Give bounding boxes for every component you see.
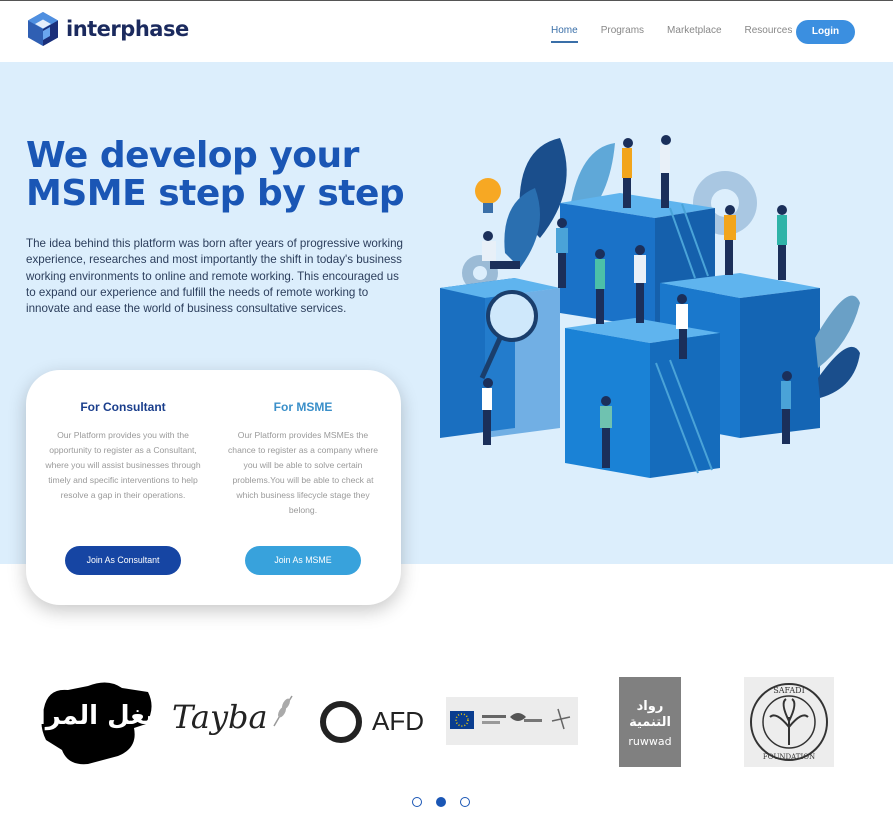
- login-button[interactable]: Login: [796, 20, 855, 44]
- hexagon-cube-icon: [28, 12, 58, 46]
- brand-logo[interactable]: interphase: [26, 11, 189, 47]
- tayba-wordmark: Tayba: [172, 698, 268, 736]
- carousel-dot-2[interactable]: [436, 797, 446, 807]
- registration-card: For Consultant Our Platform provides you…: [26, 370, 401, 605]
- partner-logo-afd[interactable]: AFD: [318, 700, 428, 746]
- msme-title: For MSME: [273, 400, 333, 414]
- leaves-right-illustration: [815, 295, 860, 398]
- consultant-column: For Consultant Our Platform provides you…: [43, 400, 203, 575]
- carousel-dot-3[interactable]: [460, 797, 470, 807]
- wheat-icon: [273, 695, 293, 727]
- hero-title-line2: MSME step by step: [26, 173, 405, 214]
- partner-logo-safadi[interactable]: SAFADI FOUNDATION: [744, 677, 834, 767]
- partners-carousel: شغل المرأة Tayba AFD رواد التنمية ruwwad: [0, 672, 893, 772]
- hero-title-line1: We develop your: [26, 135, 359, 176]
- main-nav: Home Programs Marketplace Resources: [551, 25, 815, 43]
- nav-home[interactable]: Home: [551, 25, 578, 43]
- safadi-seal-icon: SAFADI FOUNDATION: [750, 683, 828, 761]
- consultant-title: For Consultant: [80, 400, 166, 414]
- bulb-icon: [475, 178, 501, 213]
- hero-illustration: [440, 135, 860, 478]
- ruwwad-arabic-name: رواد التنمية: [629, 699, 671, 730]
- msme-column: For MSME Our Platform provides MSMEs the…: [223, 400, 383, 575]
- carousel-dot-1[interactable]: [412, 797, 422, 807]
- join-msme-button[interactable]: Join As MSME: [245, 546, 361, 575]
- partner-logo-tayba[interactable]: Tayba: [172, 695, 298, 748]
- partner-logo-shoghl[interactable]: شغل المرأة: [21, 678, 171, 766]
- site-header: interphase Home Programs Marketplace Res…: [0, 1, 893, 61]
- partner-logo-ruwwad[interactable]: رواد التنمية ruwwad: [619, 677, 681, 767]
- eu-flag-icon: [450, 708, 571, 730]
- svg-text:FOUNDATION: FOUNDATION: [763, 753, 815, 761]
- shoghl-logo-icon: شغل المرأة: [21, 682, 171, 765]
- afd-ring-icon: [320, 701, 362, 743]
- consultant-description: Our Platform provides you with the oppor…: [45, 430, 201, 500]
- nav-resources[interactable]: Resources: [745, 25, 793, 36]
- join-consultant-button[interactable]: Join As Consultant: [65, 546, 181, 575]
- svg-text:شغل المرأة: شغل المرأة: [38, 698, 154, 731]
- hero-title: We develop your MSME step by step: [26, 137, 426, 213]
- brand-name: interphase: [66, 17, 189, 41]
- svg-text:SAFADI: SAFADI: [773, 686, 804, 695]
- nav-marketplace[interactable]: Marketplace: [667, 25, 721, 36]
- nav-programs[interactable]: Programs: [601, 25, 644, 36]
- hero-description: The idea behind this platform was born a…: [26, 237, 403, 316]
- carousel-dots: [412, 797, 484, 807]
- partner-logo-eu-giz[interactable]: [446, 697, 578, 745]
- ruwwad-english-name: ruwwad: [628, 735, 672, 748]
- afd-wordmark: AFD: [372, 706, 424, 736]
- msme-description: Our Platform provides MSMEs the chance t…: [228, 430, 378, 515]
